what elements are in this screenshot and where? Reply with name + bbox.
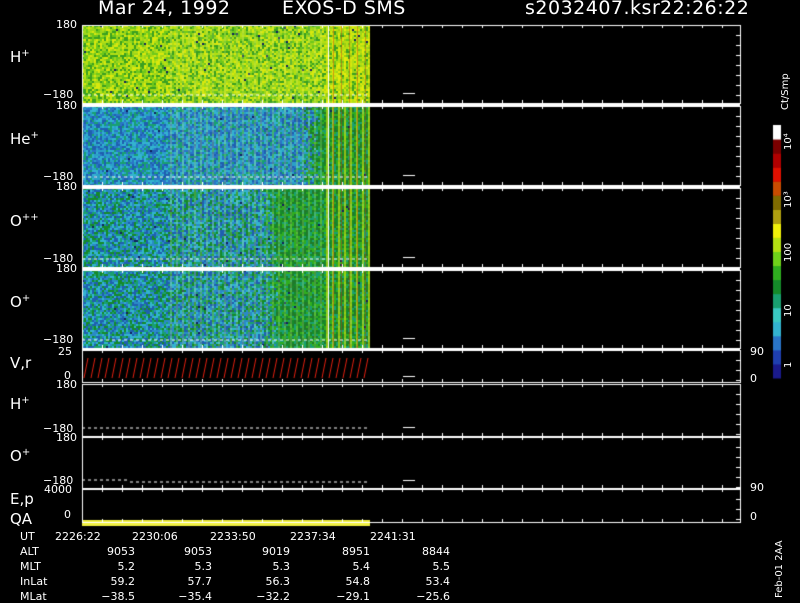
ytick-top-vr: 25 [58,345,72,358]
table-row-label: UT [20,530,35,543]
date-title: Mar 24, 1992 [98,0,231,19]
table-cell: −25.6 [416,590,450,603]
colorbar-tick-100: 100 [783,242,794,262]
table-cell: 2233:50 [210,530,256,543]
ytick-right-bottom-ep: 0 [750,510,757,523]
table-row-label: MLT [20,560,41,573]
spectrogram-canvas [0,0,800,600]
ytick-right-top-vr: 90 [750,345,764,358]
table-cell: 54.8 [345,575,371,588]
panel-label-op: O+ [10,293,31,311]
table-cell: 9019 [262,545,290,558]
colorbar-tick-1: 1 [783,361,794,368]
table-cell: 8951 [342,545,370,558]
table-cell: 5.3 [272,560,291,573]
table-cell: 56.3 [265,575,291,588]
ytick-top-opp: 180 [56,180,77,193]
table-cell: 5.4 [352,560,371,573]
table-cell: 2226:22 [55,530,101,543]
ytick-top-ep: 4000 [44,483,72,496]
panel-label-o2: O+ [10,447,31,465]
ytick-top-h: 180 [56,18,77,31]
ytick-bottom-ep: 0 [64,508,71,521]
table-cell: 57.7 [187,575,213,588]
table-cell: 5.5 [432,560,451,573]
colorbar-tick-1e3: 10³ [783,191,794,208]
panel-label-ep: E,p [10,490,34,508]
table-cell: −38.5 [101,590,135,603]
panel-label-vr: V,r [10,354,32,372]
ytick-right-bottom-vr: 0 [750,372,757,385]
ytick-top-op: 180 [56,262,77,275]
table-row-label: InLat [20,575,48,588]
colorbar-unit: Ct/Smp [780,73,791,110]
panel-label-h2: H+ [10,395,30,413]
file-name: s2032407.ksr [525,0,661,19]
table-cell: −32.2 [256,590,290,603]
table-row-label: MLat [20,590,47,603]
table-cell: 2241:31 [370,530,416,543]
ytick-top-h2: 180 [56,378,77,391]
mission-title: EXOS-D SMS [282,0,406,19]
table-cell: 9053 [107,545,135,558]
ytick-top-o2: 180 [56,431,77,444]
table-cell: 8844 [422,545,450,558]
table-cell: 9053 [184,545,212,558]
ytick-right-top-ep: 90 [750,481,764,494]
colorbar-tick-10: 10 [783,304,794,317]
table-cell: −35.4 [178,590,212,603]
colorbar-tick-1e4: 10⁴ [783,133,794,150]
table-cell: 2230:06 [132,530,178,543]
table-cell: −29.1 [336,590,370,603]
qa-label: QA [10,510,33,528]
version-note: Feb-01 2AA [774,540,785,598]
panel-label-he: He+ [10,130,39,148]
panel-label-h: H+ [10,48,30,66]
ytick-top-he: 180 [56,99,77,112]
table-row-label: ALT [20,545,39,558]
header-time: 22:26:22 [660,0,750,19]
panel-label-opp: O++ [10,212,39,230]
table-cell: 5.2 [117,560,136,573]
table-cell: 5.3 [194,560,213,573]
table-cell: 59.2 [110,575,136,588]
table-cell: 53.4 [425,575,451,588]
table-cell: 2237:34 [290,530,336,543]
